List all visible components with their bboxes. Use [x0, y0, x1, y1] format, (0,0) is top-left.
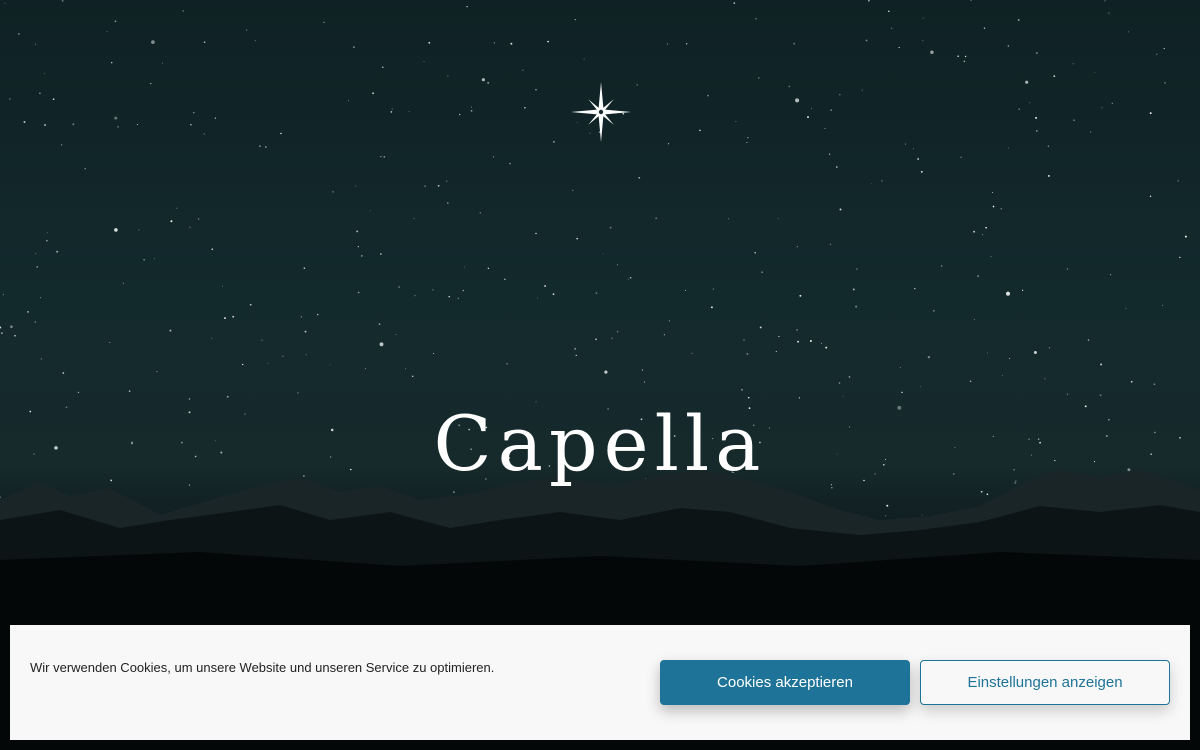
accept-cookies-button[interactable]: Cookies akzeptieren [660, 660, 910, 705]
cookie-message: Wir verwenden Cookies, um unsere Website… [30, 660, 495, 675]
cookie-banner: Wir verwenden Cookies, um unsere Website… [10, 625, 1190, 740]
site-title: Capella [433, 399, 767, 488]
compass-star-icon [571, 82, 631, 142]
show-settings-button[interactable]: Einstellungen anzeigen [920, 660, 1170, 705]
